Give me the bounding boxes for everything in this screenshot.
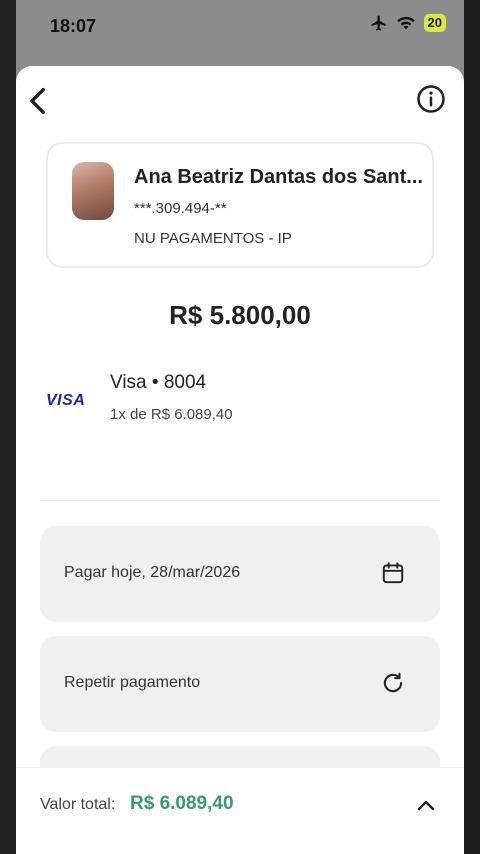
battery-indicator: 20 [423,14,446,32]
refresh-icon [383,672,403,693]
back-arrow-icon[interactable] [22,84,56,118]
status-bar: 18:07 20 [16,0,464,66]
recipient-document: ***.309.494-** [134,200,227,217]
total-value: R$ 6.089,40 [130,793,234,814]
recipient-card: Ana Beatriz Dantas dos Sant... ***.309.4… [46,142,434,268]
repeat-payment-label: Repetir pagamento [64,674,201,691]
pay-date-label: Pagar hoje, 28/mar/2026 [64,564,241,581]
calendar-icon [382,562,404,584]
visa-logo: VISA [46,392,86,409]
repeat-payment-option[interactable]: Repetir pagamento [40,636,440,732]
chevron-up-icon[interactable] [414,794,438,818]
status-time: 18:07 [50,16,97,36]
info-icon[interactable] [416,84,446,114]
payment-amount: R$ 5.800,00 [169,300,311,330]
status-icons: 20 [370,14,446,32]
screen-edge-left [0,0,16,854]
avatar [72,162,114,220]
wifi-icon [396,16,415,30]
airplane-icon [371,15,386,31]
card-installments: 1x de R$ 6.089,40 [110,406,233,423]
total-label: Valor total: [40,796,116,813]
card-title: Visa • 8004 [110,372,207,393]
recipient-name: Ana Beatriz Dantas dos Sant... [134,166,423,188]
screen-edge-right [464,0,480,854]
total-footer: Valor total: R$ 6.089,40 [16,767,464,854]
pay-date-option[interactable]: Pagar hoje, 28/mar/2026 [40,526,440,622]
recipient-bank: NU PAGAMENTOS - IP [134,230,292,247]
divider [40,500,440,501]
payment-sheet: Ana Beatriz Dantas dos Sant... ***.309.4… [16,66,464,854]
